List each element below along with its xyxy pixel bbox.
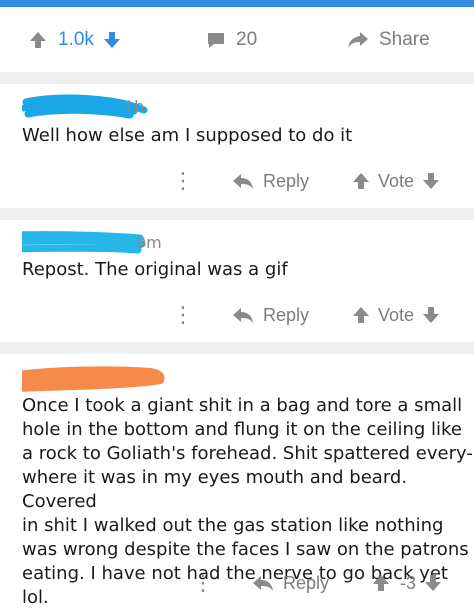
reply-icon <box>232 172 254 190</box>
reply-button[interactable]: Reply <box>232 166 309 196</box>
vote-label: Vote <box>378 304 415 325</box>
comment-meta <box>22 364 262 392</box>
reply-label: Reply <box>263 304 310 325</box>
reply-icon <box>252 574 274 592</box>
comment-body-line: was wrong despite the faces I saw on the… <box>22 539 469 560</box>
post-score: 1.0k <box>58 29 94 50</box>
comment-count: 20 <box>236 29 258 50</box>
downvote-icon[interactable] <box>424 574 442 592</box>
share-button[interactable]: Share <box>346 29 430 51</box>
comment-body-line: a rock to Goliath's forehead. Shit spatt… <box>22 443 473 464</box>
upvote-icon[interactable] <box>372 574 390 592</box>
comment-meta: 1h <box>22 94 262 119</box>
comment-body-line: Once I took a giant shit in a bag and to… <box>22 395 463 416</box>
downvote-icon[interactable] <box>102 30 122 50</box>
upvote-icon[interactable] <box>28 30 48 50</box>
vote-group: Vote <box>352 166 440 196</box>
comment-body: Repost. The original was a gif <box>22 259 288 280</box>
reply-button[interactable]: Reply <box>232 300 309 330</box>
reply-icon <box>232 306 254 324</box>
downvote-icon[interactable] <box>422 306 440 324</box>
more-options-icon[interactable]: ⋮ <box>172 166 194 196</box>
comment-body-line: in shit I walked out the gas station lik… <box>22 515 444 536</box>
divider <box>0 208 474 220</box>
divider <box>0 72 474 84</box>
reply-label: Reply <box>263 170 310 191</box>
comment-score: -3 <box>400 572 417 593</box>
comment-actions: ⋮ Reply Vote <box>0 166 474 196</box>
vote-label: Vote <box>378 170 415 191</box>
comment-body-line: where it was in my eyes mouth and beard.… <box>22 467 408 512</box>
share-icon <box>346 30 370 50</box>
post-action-bar: 1.0k 20 Share <box>0 7 474 72</box>
share-label: Share <box>379 29 430 50</box>
comment: 9m Repost. The original was a gif ⋮ Repl… <box>0 220 474 342</box>
divider <box>0 342 474 354</box>
comment: 1h Well how else am I supposed to do it … <box>0 84 474 208</box>
vote-group: Vote <box>352 300 440 330</box>
reply-label: Reply <box>283 572 330 593</box>
comment-body: Well how else am I supposed to do it <box>22 125 353 146</box>
more-options-icon[interactable]: ⋮ <box>172 300 194 330</box>
redacted-username <box>22 366 165 392</box>
top-accent-bar <box>0 0 474 7</box>
upvote-icon[interactable] <box>352 306 370 324</box>
reply-button[interactable]: Reply <box>252 568 329 598</box>
comment-icon <box>206 30 226 50</box>
more-options-icon[interactable]: ⋮ <box>192 568 214 598</box>
comments-button[interactable]: 20 <box>206 29 257 51</box>
post-vote-group: 1.0k <box>28 29 122 51</box>
vote-group: -3 <box>372 568 442 598</box>
comment-actions: ⋮ Reply Vote <box>0 300 474 330</box>
comment-age: 1h <box>124 97 145 116</box>
comment: Once I took a giant shit in a bag and to… <box>0 354 474 614</box>
downvote-icon[interactable] <box>422 172 440 190</box>
comment-actions: ⋮ Reply -3 <box>0 568 474 598</box>
comment-meta: 9m <box>22 230 262 254</box>
comment-age: 9m <box>136 233 162 252</box>
upvote-icon[interactable] <box>352 172 370 190</box>
comment-body-line: hole in the bottom and flung it on the c… <box>22 419 462 440</box>
